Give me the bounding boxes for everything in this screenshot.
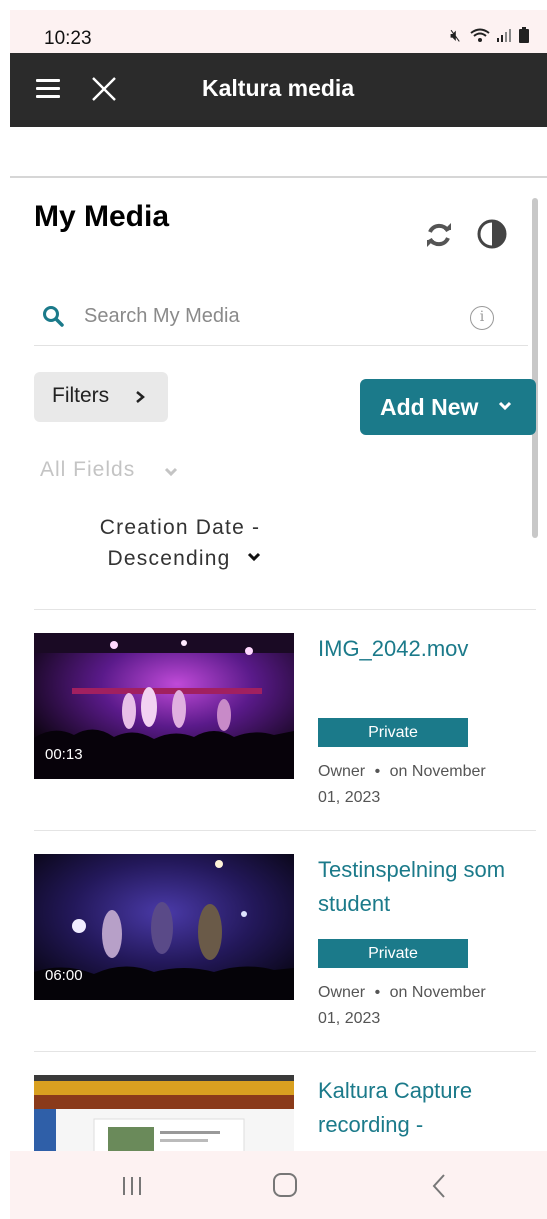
page-title: My Media [34, 200, 170, 233]
owner-label: Owner [318, 763, 366, 780]
owner-label: Owner [318, 984, 366, 1001]
battery-icon [519, 27, 529, 43]
search-input[interactable] [84, 298, 444, 334]
recents-icon[interactable] [121, 1175, 143, 1197]
screen-recording-thumbnail-image [34, 1075, 294, 1151]
filters-label: Filters [52, 384, 110, 407]
media-item: 06:00 Testinspelning som student Private… [34, 830, 536, 1051]
close-icon[interactable] [90, 75, 118, 103]
chevron-right-icon [136, 391, 145, 403]
status-badge: Private [318, 718, 468, 747]
separator-dot: • [374, 763, 381, 780]
filters-button[interactable]: Filters [34, 372, 168, 422]
app-title: Kaltura media [202, 75, 355, 101]
media-meta: Owner • on November 01, 2023 [318, 980, 534, 1032]
content-area: My Media i Filters Add New [10, 176, 547, 1151]
info-icon[interactable]: i [470, 306, 494, 330]
media-title-link[interactable]: Testinspelning som student [318, 853, 534, 921]
menu-icon[interactable] [36, 79, 60, 99]
media-item: Kaltura Capture recording - [34, 1051, 536, 1151]
video-duration: 00:13 [45, 746, 83, 763]
video-thumbnail[interactable]: 00:13 [34, 633, 294, 779]
my-media-panel: My Media i Filters Add New [10, 178, 547, 1151]
media-title-link[interactable]: Kaltura Capture recording - [318, 1074, 534, 1142]
back-icon[interactable] [430, 1173, 448, 1199]
chevron-down-icon [164, 467, 178, 477]
search-bar: i [34, 288, 528, 346]
sort-label-line1: Creation Date - [99, 516, 261, 539]
mute-icon: 🔇︎ [450, 26, 463, 45]
contrast-icon[interactable] [476, 218, 508, 250]
chevron-down-icon [498, 401, 512, 411]
system-nav-bar [10, 1151, 547, 1219]
status-bar: 10:23 🔇︎ [10, 10, 547, 53]
scrollbar[interactable] [532, 198, 538, 538]
wifi-icon [469, 28, 490, 42]
date-label: on November [389, 984, 486, 1001]
search-icon[interactable] [42, 305, 64, 327]
media-title-link[interactable]: IMG_2042.mov [318, 632, 534, 666]
video-thumbnail[interactable]: 06:00 [34, 854, 294, 1000]
video-duration: 06:00 [45, 967, 83, 984]
signal-icon [497, 29, 512, 42]
status-icons: 🔇︎ [450, 26, 529, 46]
home-icon[interactable] [273, 1173, 297, 1197]
separator-dot: • [374, 984, 381, 1001]
video-thumbnail[interactable] [34, 1075, 294, 1151]
status-time: 10:23 [44, 28, 92, 49]
add-new-label: Add New [380, 394, 479, 420]
media-list: 00:13 IMG_2042.mov Private Owner • on No… [34, 609, 536, 1151]
media-item: 00:13 IMG_2042.mov Private Owner • on No… [34, 609, 536, 830]
media-meta: Owner • on November 01, 2023 [318, 759, 534, 811]
date-label: on November [389, 763, 486, 780]
app-bar: Kaltura media [10, 53, 547, 127]
date-year: 01, 2023 [318, 789, 381, 806]
date-year: 01, 2023 [318, 1010, 381, 1027]
chevron-down-icon [247, 552, 261, 562]
status-badge: Private [318, 939, 468, 968]
add-new-button[interactable]: Add New [360, 379, 536, 435]
sort-select[interactable]: Creation Date - Descending [70, 512, 290, 574]
refresh-icon[interactable] [424, 220, 454, 250]
fields-select[interactable]: All Fields [40, 458, 135, 482]
